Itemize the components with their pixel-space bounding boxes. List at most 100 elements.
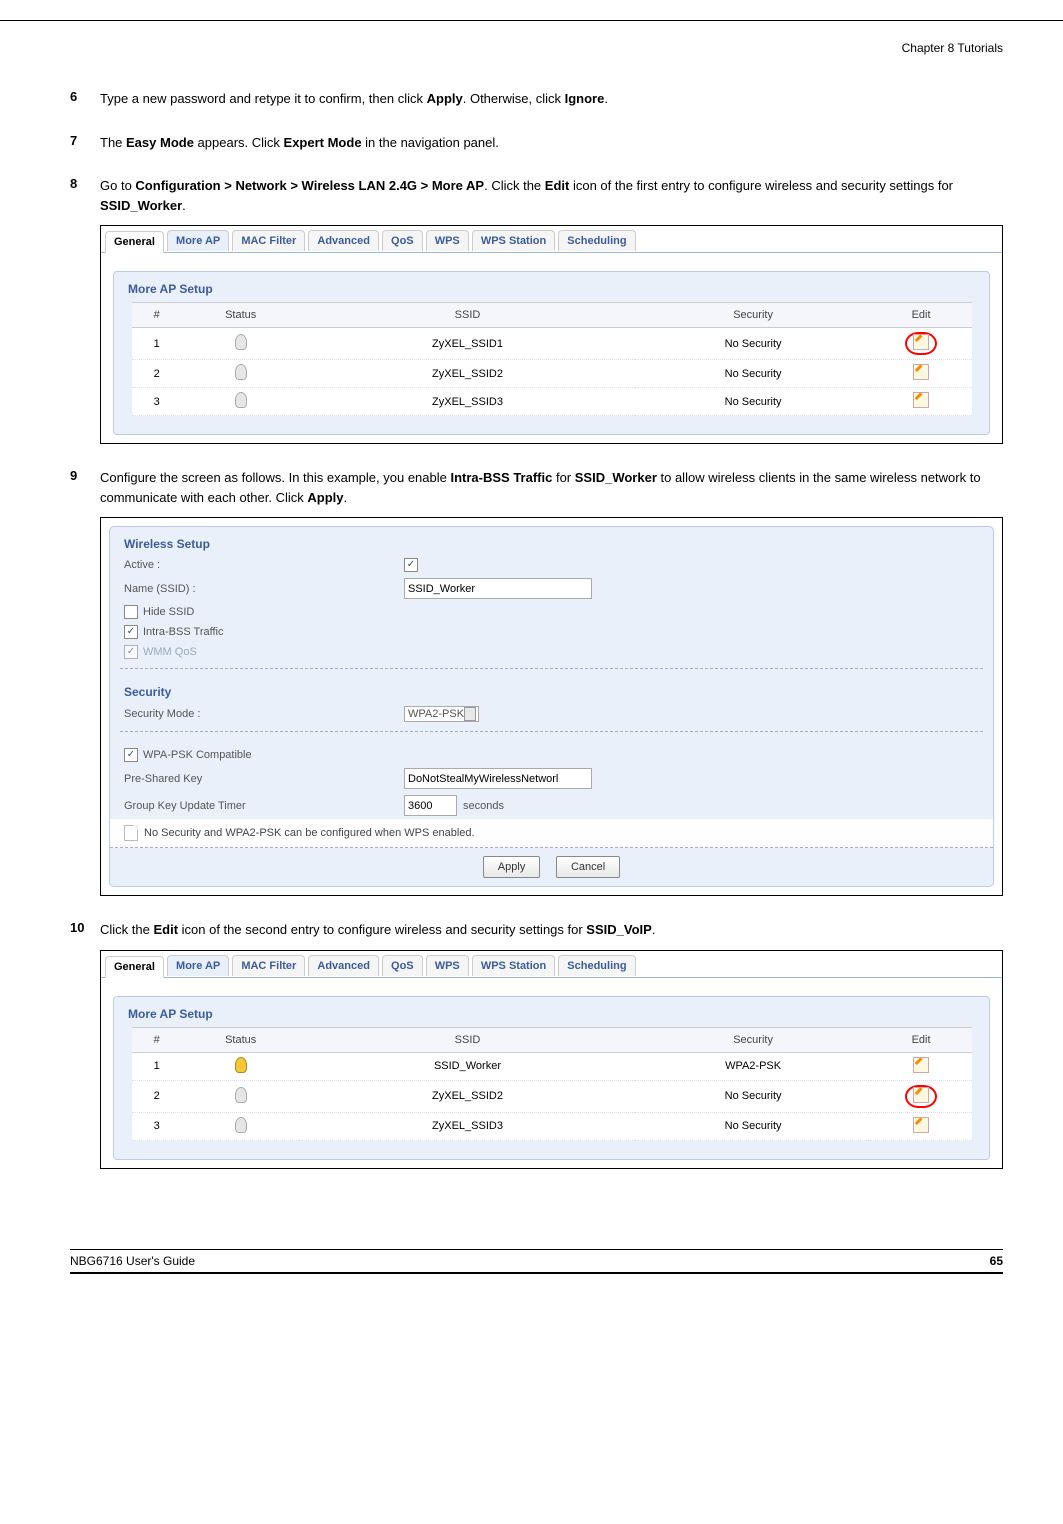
table-row: 2 ZyXEL_SSID2 No Security — [132, 1080, 972, 1112]
gk-input[interactable] — [404, 795, 457, 816]
edit-icon[interactable] — [913, 392, 929, 408]
more-ap-table: # Status SSID Security Edit 1 ZyXEL_SSID… — [132, 302, 972, 416]
col-num: # — [132, 1027, 182, 1052]
section-wireless-setup: Wireless Setup — [110, 527, 993, 555]
edit-icon[interactable] — [913, 1117, 929, 1133]
table-row: 3 ZyXEL_SSID3 No Security — [132, 1112, 972, 1140]
screenshot-wireless-setup: Wireless Setup Active : Name (SSID) : Hi… — [100, 517, 1003, 896]
active-label: Active : — [124, 559, 404, 571]
section-title: More AP Setup — [114, 272, 989, 302]
step-7: 7 The Easy Mode appears. Click Expert Mo… — [70, 133, 1003, 153]
edit-highlight — [905, 332, 937, 355]
ssid-input[interactable] — [404, 578, 592, 599]
name-label: Name (SSID) : — [124, 583, 404, 595]
intra-bss-label: Intra-BSS Traffic — [143, 626, 224, 638]
tab-mac-filter[interactable]: MAC Filter — [232, 230, 305, 251]
col-num: # — [132, 303, 182, 328]
security-mode-label: Security Mode : — [124, 708, 404, 720]
step-number: 7 — [70, 133, 100, 153]
status-bulb-icon — [235, 392, 247, 408]
psk-label: Pre-Shared Key — [124, 773, 404, 785]
hide-ssid-checkbox[interactable] — [124, 605, 138, 619]
more-ap-panel: More AP Setup # Status SSID Security Edi… — [113, 996, 990, 1160]
edit-icon[interactable] — [913, 1057, 929, 1073]
step-6: 6 Type a new password and retype it to c… — [70, 89, 1003, 109]
col-ssid: SSID — [299, 303, 635, 328]
tab-advanced[interactable]: Advanced — [308, 230, 379, 251]
chapter-header: Chapter 8 Tutorials — [70, 41, 1003, 65]
table-row: 1 ZyXEL_SSID1 No Security — [132, 328, 972, 360]
table-row: 2 ZyXEL_SSID2 No Security — [132, 360, 972, 388]
apply-button[interactable]: Apply — [483, 856, 541, 878]
tab-wps[interactable]: WPS — [426, 955, 469, 976]
edit-icon[interactable] — [913, 334, 929, 350]
tab-bar: General More AP MAC Filter Advanced QoS … — [101, 226, 1002, 253]
tab-qos[interactable]: QoS — [382, 230, 423, 251]
step-number: 9 — [70, 468, 100, 507]
step-number: 6 — [70, 89, 100, 109]
tab-more-ap[interactable]: More AP — [167, 955, 229, 976]
status-bulb-icon — [235, 1057, 247, 1073]
tab-qos[interactable]: QoS — [382, 955, 423, 976]
tab-wps-station[interactable]: WPS Station — [472, 955, 555, 976]
more-ap-table: # Status SSID Security Edit 1 SSID_Worke… — [132, 1027, 972, 1141]
status-bulb-icon — [235, 334, 247, 350]
cancel-button[interactable]: Cancel — [556, 856, 620, 878]
tab-more-ap[interactable]: More AP — [167, 230, 229, 251]
more-ap-panel: More AP Setup # Status SSID Security Edi… — [113, 271, 990, 435]
security-mode-select[interactable]: WPA2-PSK — [404, 706, 479, 722]
psk-input[interactable] — [404, 768, 592, 789]
tab-wps-station[interactable]: WPS Station — [472, 230, 555, 251]
tab-mac-filter[interactable]: MAC Filter — [232, 955, 305, 976]
tab-scheduling[interactable]: Scheduling — [558, 955, 635, 976]
tab-general[interactable]: General — [105, 956, 164, 978]
edit-highlight — [905, 1085, 937, 1108]
hide-ssid-label: Hide SSID — [143, 606, 194, 618]
footer: NBG6716 User's Guide 65 — [70, 1249, 1003, 1274]
wmm-checkbox[interactable] — [124, 645, 138, 659]
step-8: 8 Go to Configuration > Network > Wirele… — [70, 176, 1003, 215]
wpa-psk-checkbox[interactable] — [124, 748, 138, 762]
step-text: The Easy Mode appears. Click Expert Mode… — [100, 133, 1003, 153]
table-row: 3 ZyXEL_SSID3 No Security — [132, 388, 972, 416]
step-text: Go to Configuration > Network > Wireless… — [100, 176, 1003, 215]
table-row: 1 SSID_Worker WPA2-PSK — [132, 1052, 972, 1080]
edit-icon[interactable] — [913, 364, 929, 380]
step-text: Type a new password and retype it to con… — [100, 89, 1003, 109]
col-ssid: SSID — [299, 1027, 635, 1052]
tab-scheduling[interactable]: Scheduling — [558, 230, 635, 251]
step-text: Configure the screen as follows. In this… — [100, 468, 1003, 507]
screenshot-more-ap-1: General More AP MAC Filter Advanced QoS … — [100, 225, 1003, 444]
section-title: More AP Setup — [114, 997, 989, 1027]
tab-bar: General More AP MAC Filter Advanced QoS … — [101, 951, 1002, 978]
step-text: Click the Edit icon of the second entry … — [100, 920, 1003, 940]
screenshot-more-ap-2: General More AP MAC Filter Advanced QoS … — [100, 950, 1003, 1169]
page-number: 65 — [990, 1254, 1003, 1268]
step-9: 9 Configure the screen as follows. In th… — [70, 468, 1003, 507]
col-security: Security — [635, 303, 870, 328]
col-edit: Edit — [871, 1027, 972, 1052]
tab-wps[interactable]: WPS — [426, 230, 469, 251]
status-bulb-icon — [235, 1087, 247, 1103]
footer-guide-name: NBG6716 User's Guide — [70, 1254, 195, 1268]
gk-label: Group Key Update Timer — [124, 800, 404, 812]
step-10: 10 Click the Edit icon of the second ent… — [70, 920, 1003, 940]
col-status: Status — [182, 303, 300, 328]
intra-bss-checkbox[interactable] — [124, 625, 138, 639]
col-status: Status — [182, 1027, 300, 1052]
status-bulb-icon — [235, 1117, 247, 1133]
gk-unit: seconds — [463, 800, 504, 812]
note-text: No Security and WPA2-PSK can be configur… — [144, 827, 475, 839]
col-edit: Edit — [871, 303, 972, 328]
wmm-label: WMM QoS — [143, 646, 197, 658]
active-checkbox[interactable] — [404, 558, 418, 572]
tab-advanced[interactable]: Advanced — [308, 955, 379, 976]
edit-icon[interactable] — [913, 1087, 929, 1103]
step-number: 10 — [70, 920, 100, 940]
note-icon — [124, 825, 138, 841]
note-box: No Security and WPA2-PSK can be configur… — [110, 819, 993, 848]
wpa-psk-label: WPA-PSK Compatible — [143, 749, 252, 761]
tab-general[interactable]: General — [105, 231, 164, 253]
col-security: Security — [635, 1027, 870, 1052]
status-bulb-icon — [235, 364, 247, 380]
